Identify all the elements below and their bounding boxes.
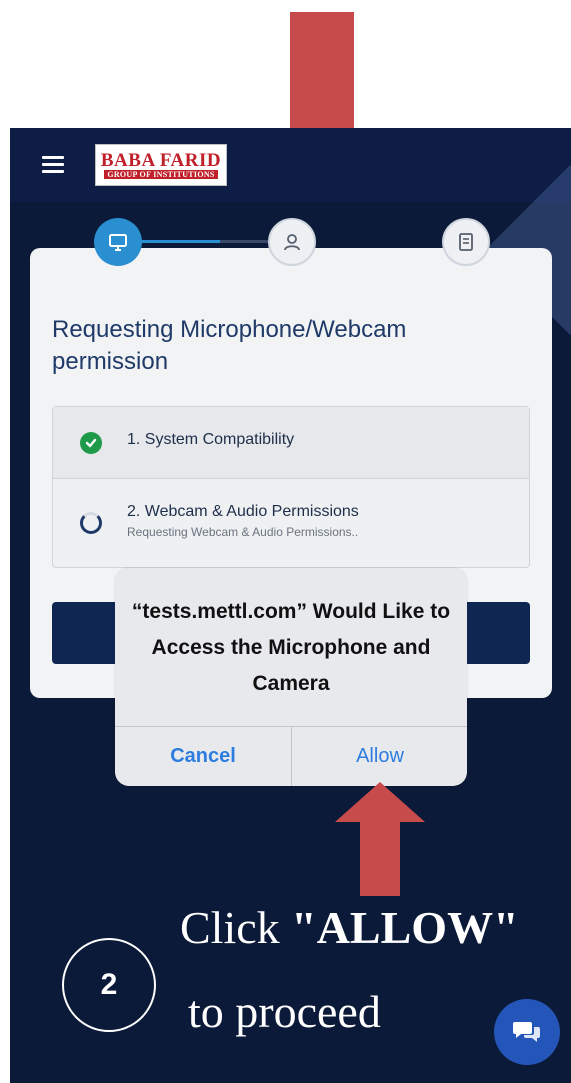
- page-title: Requesting Microphone/Webcam permission: [52, 316, 407, 375]
- user-icon: [284, 234, 300, 251]
- chat-button[interactable]: [494, 999, 560, 1065]
- check-item-webcam: 2. Webcam & Audio Permissions Requesting…: [53, 479, 529, 569]
- check-item-label: 2. Webcam & Audio Permissions: [127, 503, 359, 520]
- permission-alert-dialog: “tests.mettl.com” Would Like to Access t…: [115, 568, 467, 786]
- institution-logo: BABA FARID GROUP OF INSTITUTIONS: [95, 144, 227, 186]
- step-system-check[interactable]: [94, 218, 142, 266]
- instruction-line-1: Click "ALLOW": [180, 898, 560, 958]
- check-item-system: 1. System Compatibility: [53, 407, 529, 479]
- document-icon: [459, 233, 473, 251]
- stepper-progress-line: [140, 240, 220, 243]
- step-identity[interactable]: [268, 218, 316, 266]
- allow-button[interactable]: Allow: [292, 727, 467, 786]
- logo-main-text: BABA FARID: [100, 150, 222, 171]
- instruction-line-2: to proceed: [188, 986, 381, 1037]
- chat-bubbles-icon: [513, 1022, 540, 1042]
- check-circle-icon: [80, 432, 102, 454]
- cancel-button[interactable]: Cancel: [115, 727, 291, 786]
- hamburger-icon[interactable]: [42, 156, 64, 173]
- check-item-status: Requesting Webcam & Audio Permissions..: [127, 525, 359, 539]
- monitor-icon: [109, 234, 127, 251]
- spinner-icon: [80, 512, 102, 534]
- step-number-badge: 2: [62, 938, 156, 1032]
- permission-checklist: 1. System Compatibility 2. Webcam & Audi…: [52, 406, 530, 568]
- step-test[interactable]: [442, 218, 490, 266]
- instruction-prefix: Click: [180, 902, 292, 953]
- stepper-line: [220, 240, 270, 243]
- alert-message: “tests.mettl.com” Would Like to Access t…: [131, 600, 451, 695]
- check-item-label: 1. System Compatibility: [127, 431, 295, 448]
- up-arrow-annotation: [335, 782, 425, 896]
- instruction-emphasis: "ALLOW": [291, 902, 519, 953]
- logo-sub-text: GROUP OF INSTITUTIONS: [104, 170, 218, 179]
- header-bar: BABA FARID GROUP OF INSTITUTIONS: [10, 128, 571, 202]
